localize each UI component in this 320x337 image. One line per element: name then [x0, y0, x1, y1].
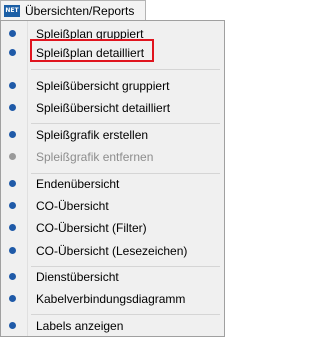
menu-item-labels-anzeigen[interactable]: Labels anzeigen	[1, 315, 224, 337]
bullet-icon	[9, 202, 16, 209]
bullet-icon	[9, 247, 16, 254]
menu-item-dienstuebersicht[interactable]: Dienstübersicht	[1, 266, 224, 288]
menu-item-label: Labels anzeigen	[36, 319, 124, 333]
bullet-icon	[9, 224, 16, 231]
menu-item-spleissgrafik-entfernen: Spleißgrafik entfernen	[1, 146, 224, 168]
menu-item-kabelverbindungsdiagramm[interactable]: Kabelverbindungsdiagramm	[1, 288, 224, 310]
menu-item-spleissuebersicht-gruppiert[interactable]: Spleißübersicht gruppiert	[1, 75, 224, 97]
bullet-icon	[9, 30, 16, 37]
menu-item-spleissuebersicht-detailliert[interactable]: Spleißübersicht detailliert	[1, 97, 224, 119]
menu-item-label: Kabelverbindungsdiagramm	[36, 292, 186, 306]
menu-item-co-uebersicht[interactable]: CO-Übersicht	[1, 195, 224, 217]
menu-uebersichten-reports[interactable]: NET Übersichten/Reports	[0, 0, 146, 20]
bullet-icon	[9, 322, 16, 329]
bullet-icon	[9, 295, 16, 302]
menu-item-label: Spleißübersicht gruppiert	[36, 79, 170, 93]
net-app-icon: NET	[4, 4, 20, 17]
menu-item-co-uebersicht-lesezeichen[interactable]: CO-Übersicht (Lesezeichen)	[1, 240, 224, 262]
menu-item-label: Spleißgrafik entfernen	[36, 150, 154, 164]
menu-separator	[31, 69, 220, 70]
menu-item-endenuebersicht[interactable]: Endenübersicht	[1, 173, 224, 195]
bullet-icon	[9, 104, 16, 111]
bullet-icon	[9, 273, 16, 280]
menu-item-label: CO-Übersicht (Filter)	[36, 221, 147, 235]
menu-item-spleissgrafik-erstellen[interactable]: Spleißgrafik erstellen	[1, 124, 224, 146]
bullet-icon	[9, 180, 16, 187]
menu-item-co-uebersicht-filter[interactable]: CO-Übersicht (Filter)	[1, 217, 224, 239]
menu-item-label: Dienstübersicht	[36, 270, 119, 284]
menu-item-label: CO-Übersicht	[36, 199, 109, 213]
bullet-icon	[9, 153, 16, 160]
menu-item-label: CO-Übersicht (Lesezeichen)	[36, 244, 188, 258]
dropdown-menu: Spleißplan gruppiert Spleißplan detailli…	[0, 20, 225, 337]
menu-title: Übersichten/Reports	[25, 3, 135, 18]
menu-item-label: Endenübersicht	[36, 177, 120, 191]
menubar: NET Übersichten/Reports	[0, 0, 225, 20]
bullet-icon	[9, 131, 16, 138]
menu-item-label: Spleißübersicht detailliert	[36, 101, 171, 115]
bullet-icon	[9, 49, 16, 56]
highlight-box	[30, 39, 154, 62]
bullet-icon	[9, 82, 16, 89]
menu-item-label: Spleißgrafik erstellen	[36, 128, 149, 142]
